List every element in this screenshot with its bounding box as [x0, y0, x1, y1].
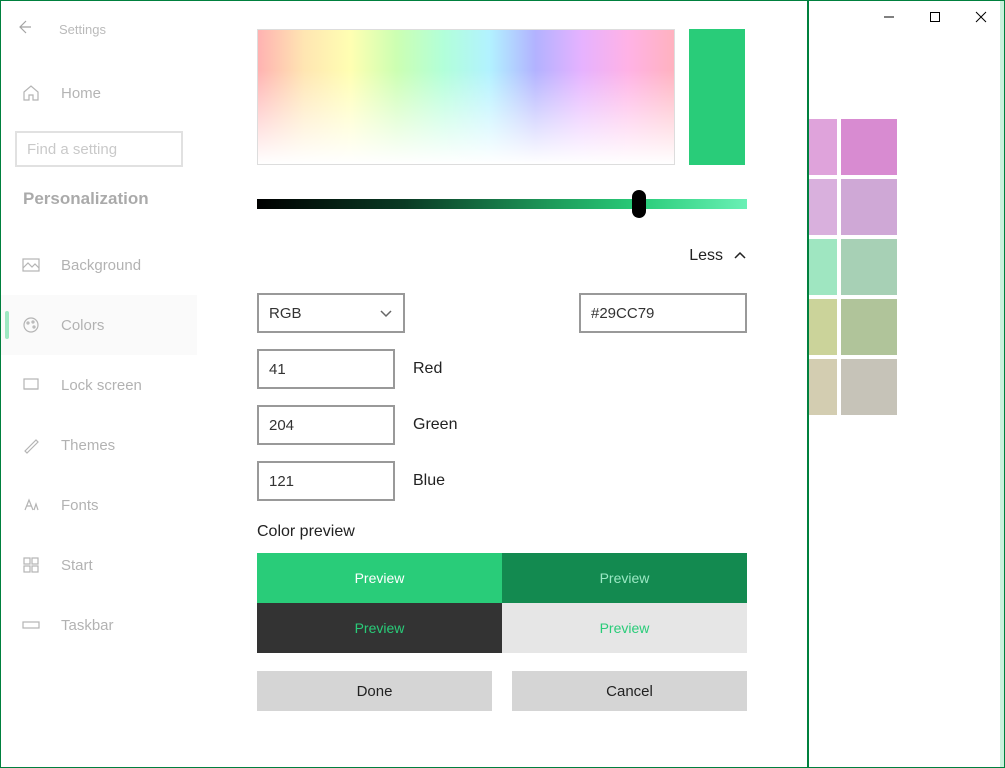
- sidebar-item-taskbar[interactable]: Taskbar: [1, 595, 197, 655]
- sidebar-item-label: Background: [61, 257, 141, 274]
- back-button[interactable]: [15, 18, 33, 41]
- settings-window: Settings Home Personalization Background…: [0, 0, 1005, 768]
- color-swatch[interactable]: [841, 179, 897, 235]
- cancel-button[interactable]: Cancel: [512, 671, 747, 711]
- mode-row: RGB: [257, 293, 747, 333]
- color-swatch-grid: [809, 119, 897, 415]
- color-swatch[interactable]: [841, 239, 897, 295]
- page-title: Settings: [59, 22, 106, 37]
- less-toggle[interactable]: Less: [257, 247, 747, 265]
- picture-icon: [21, 255, 41, 275]
- home-nav[interactable]: Home: [1, 69, 197, 117]
- vertical-scrollbar[interactable]: [1000, 1, 1004, 767]
- blue-label: Blue: [413, 472, 445, 490]
- color-swatch[interactable]: [841, 299, 897, 355]
- sidebar: Settings Home Personalization Background…: [1, 1, 197, 767]
- color-mode-value: RGB: [269, 305, 302, 322]
- sidebar-item-themes[interactable]: Themes: [1, 415, 197, 475]
- less-label: Less: [689, 247, 723, 265]
- maximize-icon: [929, 11, 941, 23]
- sidebar-item-label: Colors: [61, 317, 104, 334]
- preview-tile-light-accent: Preview: [257, 553, 502, 603]
- lock-screen-icon: [21, 375, 41, 395]
- preview-tile-light-bg: Preview: [502, 603, 747, 653]
- palette-icon: [21, 315, 41, 335]
- preview-tile-dark-accent: Preview: [502, 553, 747, 603]
- value-slider[interactable]: [257, 199, 747, 217]
- sidebar-item-label: Taskbar: [61, 617, 114, 634]
- sidebar-item-start[interactable]: Start: [1, 535, 197, 595]
- back-arrow-icon: [15, 18, 33, 36]
- rgb-rows: Red Green Blue: [257, 349, 747, 501]
- close-button[interactable]: [958, 1, 1004, 33]
- taskbar-icon: [21, 615, 41, 635]
- color-swatch[interactable]: [809, 239, 837, 295]
- chevron-down-icon: [379, 306, 393, 320]
- sidebar-item-label: Fonts: [61, 497, 99, 514]
- green-label: Green: [413, 416, 457, 434]
- hex-input[interactable]: [579, 293, 747, 333]
- preview-grid: Preview Preview Preview Preview: [257, 553, 747, 653]
- window-controls: [866, 1, 1004, 41]
- close-icon: [975, 11, 987, 23]
- color-swatch[interactable]: [809, 119, 837, 175]
- saturation-spectrum[interactable]: [257, 29, 675, 165]
- start-icon: [21, 555, 41, 575]
- dialog-buttons: Done Cancel: [257, 671, 747, 711]
- search-wrap: [1, 131, 197, 167]
- nav-group: Background Colors Lock screen Themes Fon…: [1, 235, 197, 655]
- color-swatch[interactable]: [809, 299, 837, 355]
- preview-heading: Color preview: [257, 523, 747, 541]
- search-input[interactable]: [15, 131, 183, 167]
- back-row: Settings: [1, 9, 197, 49]
- sidebar-item-label: Lock screen: [61, 377, 142, 394]
- red-label: Red: [413, 360, 442, 378]
- sidebar-item-label: Themes: [61, 437, 115, 454]
- color-picker-dialog: Less RGB Red Green Blue Color: [197, 1, 809, 767]
- picker-row: [257, 29, 747, 165]
- sidebar-item-lockscreen[interactable]: Lock screen: [1, 355, 197, 415]
- sidebar-item-background[interactable]: Background: [1, 235, 197, 295]
- blue-input[interactable]: [257, 461, 395, 501]
- brush-icon: [21, 435, 41, 455]
- sidebar-item-label: Start: [61, 557, 93, 574]
- minimize-icon: [883, 11, 895, 23]
- minimize-button[interactable]: [866, 1, 912, 33]
- red-input[interactable]: [257, 349, 395, 389]
- current-color-swatch: [689, 29, 745, 165]
- sidebar-item-fonts[interactable]: Fonts: [1, 475, 197, 535]
- color-mode-select[interactable]: RGB: [257, 293, 405, 333]
- chevron-up-icon: [733, 249, 747, 263]
- section-header: Personalization: [1, 189, 197, 209]
- home-icon: [21, 83, 41, 103]
- color-swatch[interactable]: [841, 119, 897, 175]
- color-swatch[interactable]: [841, 359, 897, 415]
- slider-track: [257, 199, 747, 209]
- green-input[interactable]: [257, 405, 395, 445]
- done-button[interactable]: Done: [257, 671, 492, 711]
- preview-tile-dark-bg: Preview: [257, 603, 502, 653]
- slider-thumb[interactable]: [632, 190, 646, 218]
- home-label: Home: [61, 85, 101, 102]
- color-swatch[interactable]: [809, 359, 837, 415]
- sidebar-item-colors[interactable]: Colors: [1, 295, 197, 355]
- maximize-button[interactable]: [912, 1, 958, 33]
- font-icon: [21, 495, 41, 515]
- color-swatch[interactable]: [809, 179, 837, 235]
